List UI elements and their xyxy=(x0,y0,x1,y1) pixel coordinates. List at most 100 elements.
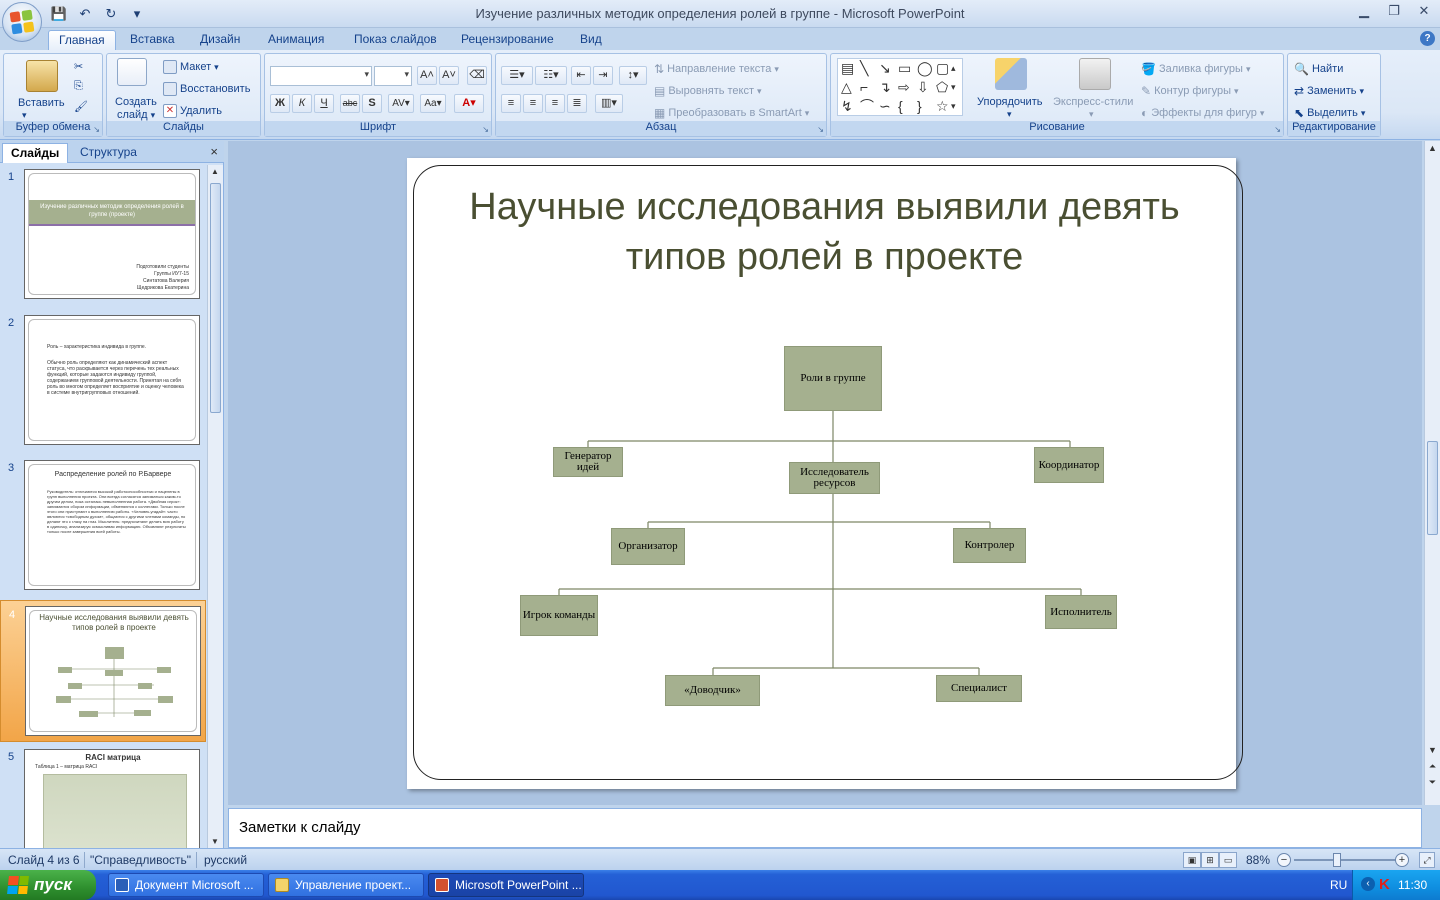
line-spacing-icon[interactable]: ↕▾ xyxy=(619,66,647,85)
quick-styles-dropdown-icon[interactable]: ▾ xyxy=(1089,109,1094,120)
node-resource-investigator[interactable]: Исследователь ресурсов xyxy=(789,462,880,494)
shadow-icon[interactable]: S xyxy=(362,94,382,113)
shape-outline-button[interactable]: ✎ Контур фигуры ▾ xyxy=(1141,84,1239,98)
next-slide-icon[interactable]: ⏷ xyxy=(1427,777,1438,788)
shape-textbox-icon[interactable]: ▤ xyxy=(841,61,854,75)
shape-fill-button[interactable]: 🪣 Заливка фигуры ▾ xyxy=(1141,62,1251,76)
pane-scroll-up-icon[interactable]: ▲ xyxy=(211,167,219,176)
shape-curve-icon[interactable]: ⌒ xyxy=(860,99,874,113)
thumbnail-slide-4[interactable]: 4 Научные исследования выявили девять ти… xyxy=(0,600,206,742)
task-word-document[interactable]: Документ Microsoft ... xyxy=(108,873,264,897)
smartart-button[interactable]: ▦ Преобразовать в SmartArt ▾ xyxy=(654,106,809,120)
zoom-slider-track[interactable] xyxy=(1294,859,1398,861)
help-icon[interactable]: ? xyxy=(1420,31,1435,46)
change-case-icon[interactable]: Aa▾ xyxy=(420,94,446,113)
shape-down-arrow-icon[interactable]: ⇩ xyxy=(917,80,929,94)
close-icon[interactable]: ✕ xyxy=(1414,3,1434,19)
text-direction-button[interactable]: ⇅ Направление текста ▾ xyxy=(654,62,779,76)
normal-view-icon[interactable]: ▣ xyxy=(1183,852,1201,868)
gallery-more-icon[interactable]: ▾ xyxy=(951,99,956,113)
shape-elbow-arrow-icon[interactable]: ↴ xyxy=(879,80,891,94)
pane-scroll-down-icon[interactable]: ▼ xyxy=(211,837,219,846)
copy-icon[interactable]: ⎘ xyxy=(74,80,83,93)
shrink-font-icon[interactable]: A˅ xyxy=(439,66,459,85)
fit-to-window-icon[interactable]: ⤢ xyxy=(1419,852,1435,868)
thumbnail-slide-3[interactable]: 3 Распределение ролей по Р.Барвере Руков… xyxy=(0,460,206,592)
shape-arc-icon[interactable]: ∽ xyxy=(879,99,891,113)
tab-insert[interactable]: Вставка xyxy=(120,30,185,50)
slide-scroll-up-icon[interactable]: ▲ xyxy=(1427,143,1438,153)
shape-curved-icon[interactable]: ↯ xyxy=(841,99,853,113)
antivirus-icon[interactable]: K xyxy=(1379,876,1390,893)
delete-button[interactable]: ✕ Удалить xyxy=(163,104,222,118)
office-button[interactable] xyxy=(2,2,42,42)
shape-star-icon[interactable]: ☆ xyxy=(936,99,949,113)
tab-slideshow[interactable]: Показ слайдов xyxy=(344,30,447,50)
shape-arrow-line-icon[interactable]: ↘ xyxy=(879,61,891,75)
zoom-out-icon[interactable]: − xyxy=(1277,853,1291,867)
tab-design[interactable]: Дизайн xyxy=(190,30,250,50)
tray-expand-icon[interactable]: ‹ xyxy=(1361,877,1375,891)
strikethrough-icon[interactable]: abc xyxy=(340,94,360,113)
current-slide[interactable]: Научные исследования выявили девять типо… xyxy=(407,158,1243,789)
layout-button[interactable]: Макет ▾ xyxy=(163,60,219,74)
previous-slide-icon[interactable]: ⏶ xyxy=(1427,761,1438,772)
paragraph-launcher-icon[interactable]: ↘ xyxy=(817,125,824,134)
paste-button[interactable]: Вставить xyxy=(18,97,65,109)
tab-outline-pane[interactable]: Структура xyxy=(72,143,145,163)
node-controller[interactable]: Контролер xyxy=(953,528,1026,563)
zoom-in-icon[interactable]: + xyxy=(1395,853,1409,867)
shapes-gallery[interactable]: ▤ ╲ ↘ ▭ ◯ ▢ △ ⌐ ↴ ⇨ ⇩ ⬠ ↯ ⌒ ∽ { } ☆ ▴ ▾ … xyxy=(837,58,963,116)
clipboard-launcher-icon[interactable]: ↘ xyxy=(93,125,100,134)
bullets-icon[interactable]: ☰▾ xyxy=(501,66,533,85)
shape-freeform-icon[interactable]: ⬠ xyxy=(936,80,948,94)
task-folder[interactable]: Управление проект... xyxy=(268,873,424,897)
theme-name[interactable]: "Справедливость" xyxy=(90,853,191,867)
replace-button[interactable]: ⇄ Заменить ▾ xyxy=(1294,84,1364,98)
gallery-scroll-up-icon[interactable]: ▴ xyxy=(951,61,956,75)
tab-view[interactable]: Вид xyxy=(570,30,612,50)
shape-brace-left-icon[interactable]: { xyxy=(898,99,903,113)
drawing-launcher-icon[interactable]: ↘ xyxy=(1274,125,1281,134)
font-size-combo[interactable] xyxy=(374,66,412,86)
tab-animation[interactable]: Анимация xyxy=(258,30,334,50)
language-indicator[interactable]: русский xyxy=(204,853,247,867)
align-right-icon[interactable]: ≡ xyxy=(545,94,565,113)
grow-font-icon[interactable]: A˄ xyxy=(417,66,437,85)
node-team-player[interactable]: Игрок команды xyxy=(520,595,598,636)
node-idea-generator[interactable]: Генератор идей xyxy=(553,447,623,477)
tab-slides-pane[interactable]: Слайды xyxy=(2,143,69,163)
thumbnail-slide-2[interactable]: 2 Роль – характеристика индивида в групп… xyxy=(0,315,206,447)
new-slide-button-label1[interactable]: Создать xyxy=(115,96,157,108)
pane-close-icon[interactable]: × xyxy=(210,144,218,159)
keyboard-language[interactable]: RU xyxy=(1330,878,1347,892)
node-roles-in-group[interactable]: Роли в группе xyxy=(784,346,882,411)
pane-scroll-thumb[interactable] xyxy=(210,183,221,413)
reset-button[interactable]: Восстановить xyxy=(163,82,250,96)
align-left-icon[interactable]: ≡ xyxy=(501,94,521,113)
shape-line-icon[interactable]: ╲ xyxy=(860,61,868,75)
pane-scrollbar[interactable]: ▲ ▼ xyxy=(207,165,223,848)
spacing-icon[interactable]: AV▾ xyxy=(388,94,414,113)
slideshow-view-icon[interactable]: ▭ xyxy=(1219,852,1237,868)
shape-elbow-icon[interactable]: ⌐ xyxy=(860,80,868,94)
node-specialist[interactable]: Специалист xyxy=(936,675,1022,702)
gallery-scroll-down-icon[interactable]: ▾ xyxy=(951,80,956,94)
arrange-button[interactable]: Упорядочить xyxy=(977,96,1042,108)
tab-review[interactable]: Рецензирование xyxy=(451,30,564,50)
notes-pane[interactable]: Заметки к слайду xyxy=(228,808,1422,848)
format-painter-icon[interactable]: 🖌 xyxy=(74,100,88,113)
shape-rounded-rect-icon[interactable]: ▢ xyxy=(936,61,949,75)
task-powerpoint[interactable]: Microsoft PowerPoint ... xyxy=(428,873,584,897)
node-executor[interactable]: Исполнитель xyxy=(1045,595,1117,629)
shape-triangle-icon[interactable]: △ xyxy=(841,80,852,94)
new-slide-button-label2[interactable]: слайд ▾ xyxy=(117,109,155,121)
node-organizer[interactable]: Организатор xyxy=(611,528,685,565)
font-name-combo[interactable] xyxy=(270,66,372,86)
node-finisher[interactable]: «Доводчик» xyxy=(665,675,760,706)
select-button[interactable]: ⬉ Выделить ▾ xyxy=(1294,106,1365,120)
paste-dropdown-icon[interactable]: ▾ xyxy=(22,110,27,121)
restore-icon[interactable]: ❐ xyxy=(1384,3,1404,19)
shape-effects-button[interactable]: ◐ Эффекты для фигур ▾ xyxy=(1141,106,1264,120)
start-button[interactable]: пуск xyxy=(0,870,96,900)
